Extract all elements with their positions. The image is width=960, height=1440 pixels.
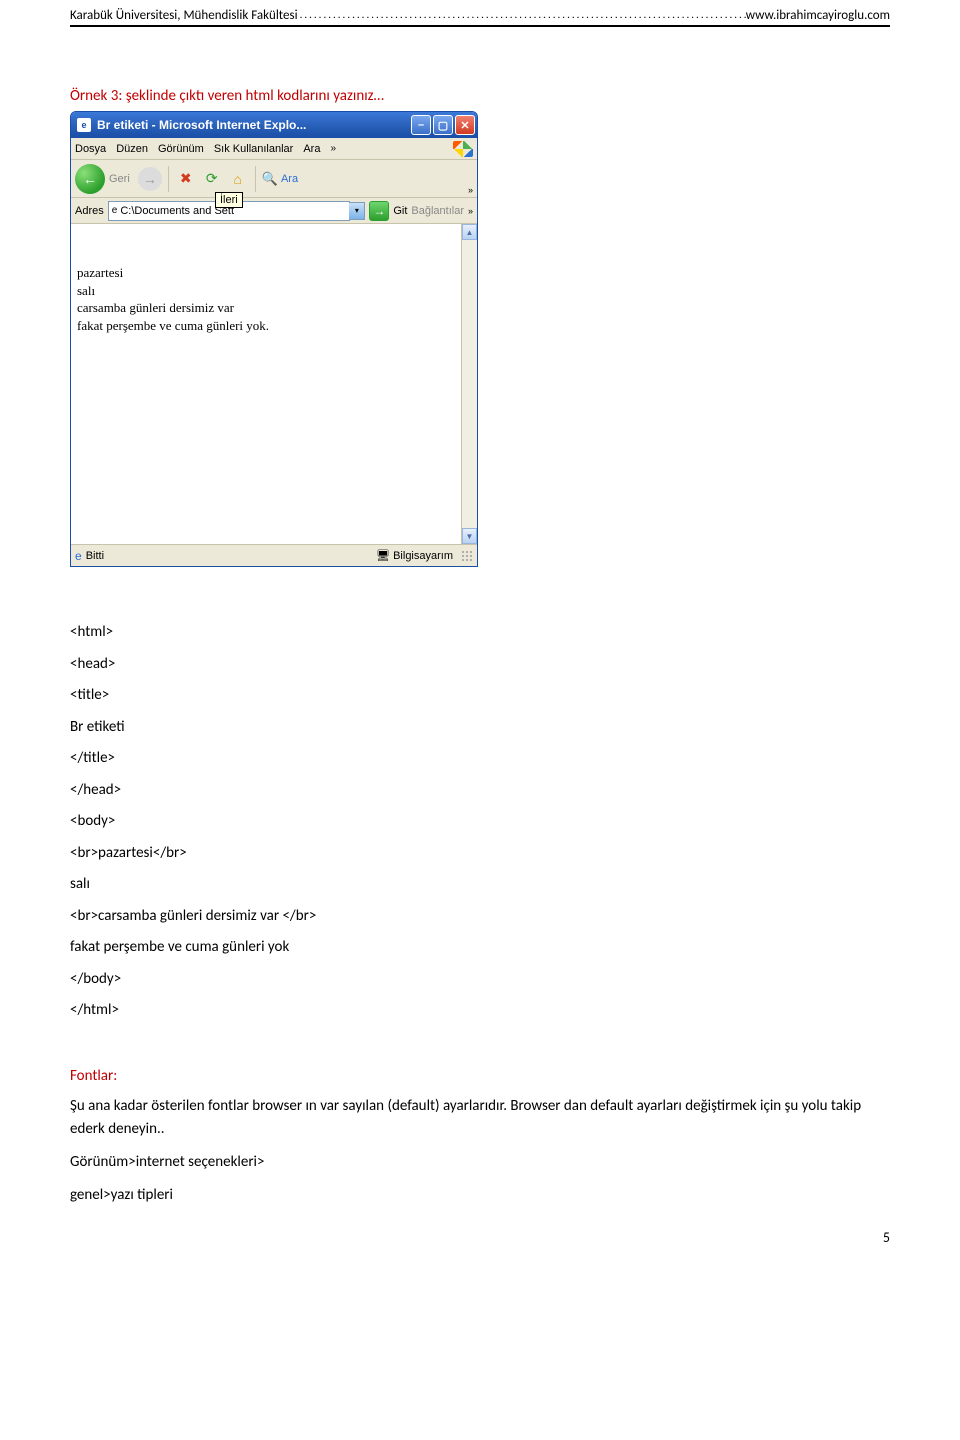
menu-duzen[interactable]: Düzen <box>116 143 148 155</box>
status-bar: e Bitti 🖥 Bilgisayarım <box>71 544 477 566</box>
toolbar-chevron-icon[interactable]: » <box>468 185 473 195</box>
dropdown-icon: ▾ <box>355 206 359 215</box>
toolbar: ← Geri → ✖ ⟳ ⌂ 🔍 Ara » İleri <box>71 160 477 198</box>
content-body: pazartesi salı carsamba günleri dersimiz… <box>71 224 461 544</box>
content-line: carsamba günleri dersimiz var <box>77 299 455 317</box>
fontlar-path-1: Görünüm>internet seçenekleri> <box>70 1151 890 1174</box>
code-line: salı <box>70 869 890 901</box>
status-ie-icon: e <box>75 549 82 563</box>
links-label[interactable]: Bağlantılar <box>411 205 464 217</box>
content-area: pazartesi salı carsamba günleri dersimiz… <box>71 224 477 544</box>
address-ie-icon: e <box>112 205 118 216</box>
back-arrow-icon: ← <box>83 171 97 187</box>
home-button[interactable]: ⌂ <box>227 168 249 190</box>
content-line: salı <box>77 282 455 300</box>
code-line: <br>pazartesi</br> <box>70 838 890 870</box>
down-arrow-icon: ▼ <box>466 532 474 541</box>
code-line: </html> <box>70 995 890 1027</box>
close-button[interactable]: ✕ <box>455 115 475 135</box>
page-number: 5 <box>883 1229 890 1246</box>
back-label: Geri <box>109 173 130 185</box>
address-dropdown[interactable]: ▾ <box>349 202 365 220</box>
scroll-down-button[interactable]: ▼ <box>462 528 477 544</box>
menu-dosya[interactable]: Dosya <box>75 143 106 155</box>
status-zone-label: Bilgisayarım <box>393 550 453 562</box>
search-icon: 🔍 <box>262 171 278 187</box>
refresh-button[interactable]: ⟳ <box>201 168 223 190</box>
status-done: Bitti <box>86 550 104 562</box>
up-arrow-icon: ▲ <box>466 228 474 237</box>
menu-ara[interactable]: Ara <box>303 143 320 155</box>
search-label: Ara <box>281 173 298 185</box>
example-title: Örnek 3: şeklinde çıktı veren html kodla… <box>70 87 890 105</box>
minimize-icon: – <box>418 119 424 131</box>
window-buttons: – ▢ ✕ <box>411 115 475 135</box>
search-button[interactable]: 🔍 Ara <box>262 168 298 190</box>
go-label: Git <box>393 205 407 217</box>
titlebar: e Br etiketi - Microsoft Internet Explo.… <box>71 112 477 138</box>
code-line: <body> <box>70 806 890 838</box>
content-line: fakat perşembe ve cuma günleri yok. <box>77 317 455 335</box>
browser-window: e Br etiketi - Microsoft Internet Explo.… <box>70 111 478 567</box>
code-line: </body> <box>70 964 890 996</box>
code-line: fakat perşembe ve cuma günleri yok <box>70 932 890 964</box>
code-line: Br etiketi <box>70 712 890 744</box>
forward-tooltip: İleri <box>215 192 243 208</box>
go-arrow-icon: → <box>373 204 385 218</box>
fontlar-title: Fontlar: <box>70 1067 890 1085</box>
close-icon: ✕ <box>460 119 469 132</box>
windows-logo-icon <box>453 141 473 157</box>
scroll-track[interactable] <box>462 240 477 528</box>
page-header: Karabük Üniversitesi, Mühendislik Fakült… <box>70 0 890 25</box>
address-chevron-icon[interactable]: » <box>468 206 473 216</box>
scroll-up-button[interactable]: ▲ <box>462 224 477 240</box>
stop-icon: ✖ <box>180 170 192 187</box>
toolbar-separator <box>255 166 256 192</box>
maximize-icon: ▢ <box>438 119 448 132</box>
minimize-button[interactable]: – <box>411 115 431 135</box>
resize-grip-icon[interactable] <box>461 550 473 562</box>
menu-chevron-icon[interactable]: » <box>330 143 336 154</box>
header-dots: ........................................… <box>298 8 746 23</box>
fontlar-path-2: genel>yazı tipleri <box>70 1184 890 1207</box>
address-bar: Adres e C:\Documents and Sett ▾ → Git Ba… <box>71 198 477 224</box>
forward-button[interactable]: → <box>138 167 162 191</box>
header-rule <box>70 25 890 27</box>
code-line: <head> <box>70 649 890 681</box>
menu-gorunum[interactable]: Görünüm <box>158 143 204 155</box>
maximize-button[interactable]: ▢ <box>433 115 453 135</box>
fontlar-paragraph: Şu ana kadar österilen fontlar browser ı… <box>70 1095 890 1142</box>
content-line: pazartesi <box>77 264 455 282</box>
code-line: <html> <box>70 617 890 649</box>
address-label: Adres <box>75 205 104 217</box>
code-line: </head> <box>70 775 890 807</box>
code-line: </title> <box>70 743 890 775</box>
header-right: www.ibrahimcayiroglu.com <box>746 8 890 23</box>
code-line: <br>carsamba günleri dersimiz var </br> <box>70 901 890 933</box>
ie-icon: e <box>77 118 91 132</box>
refresh-icon: ⟳ <box>206 170 218 187</box>
code-line: <title> <box>70 680 890 712</box>
toolbar-separator <box>168 166 169 192</box>
status-zone: 🖥 Bilgisayarım <box>376 549 453 562</box>
forward-arrow-icon: → <box>143 171 157 187</box>
scrollbar[interactable]: ▲ ▼ <box>461 224 477 544</box>
menu-bar: Dosya Düzen Görünüm Sık Kullanılanlar Ar… <box>71 138 477 160</box>
go-button[interactable]: → <box>369 201 389 221</box>
home-icon: ⌂ <box>234 171 242 187</box>
code-block: <html> <head> <title> Br etiketi </title… <box>70 617 890 1027</box>
header-left: Karabük Üniversitesi, Mühendislik Fakült… <box>70 8 298 23</box>
menu-sik[interactable]: Sık Kullanılanlar <box>214 143 294 155</box>
stop-button[interactable]: ✖ <box>175 168 197 190</box>
window-title: Br etiketi - Microsoft Internet Explo... <box>97 118 411 132</box>
computer-icon: 🖥 <box>376 549 390 562</box>
back-button[interactable]: ← <box>75 164 105 194</box>
